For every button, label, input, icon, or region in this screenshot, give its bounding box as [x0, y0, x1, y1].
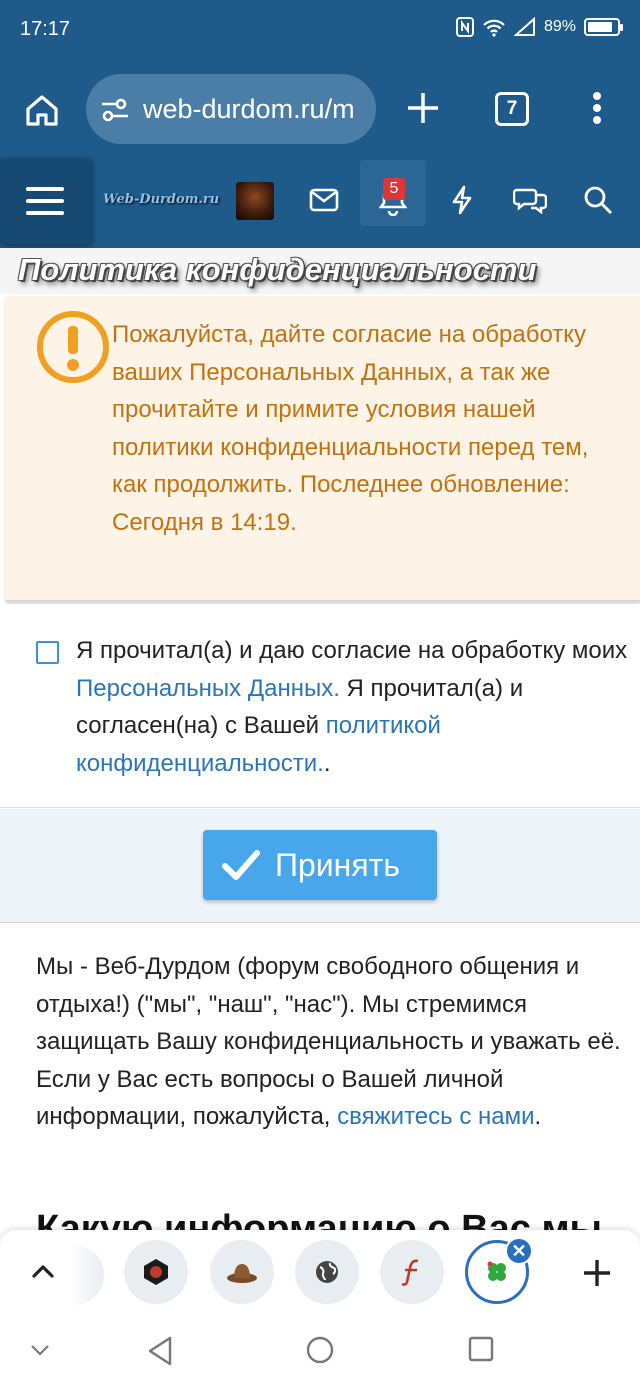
wifi-icon [483, 19, 505, 37]
tab-thumb-4[interactable] [380, 1240, 444, 1304]
intro-paragraph: Мы - Веб-Дурдом (форум свободного общени… [36, 948, 626, 1136]
tab-switcher-button[interactable]: 7 [495, 92, 529, 126]
chevron-up-icon[interactable] [26, 1254, 60, 1288]
tab-strip: ✕ [0, 1230, 640, 1315]
system-navigation [0, 1315, 640, 1387]
consent-checkbox[interactable] [36, 641, 59, 664]
alerts-badge: 5 [383, 178, 405, 200]
forum-navbar: Web-Durdom.ru 5 [0, 158, 640, 248]
close-tab-icon[interactable]: ✕ [505, 1237, 533, 1265]
chat-icon[interactable] [510, 180, 550, 220]
signal-icon [513, 17, 535, 36]
nfc-icon [455, 17, 474, 37]
inbox-icon[interactable] [304, 180, 344, 220]
intro-end: . [534, 1103, 542, 1130]
hat-tab-icon [227, 1264, 257, 1283]
f-logo-tab-icon [401, 1259, 419, 1286]
consent-text-1: Я прочитал(а) и даю согласие на обработк… [76, 637, 628, 664]
globe-icon [316, 1261, 338, 1283]
user-avatar[interactable] [236, 182, 274, 220]
consent-notice: Пожалуйста, дайте согласие на обработку … [6, 296, 640, 602]
warning-icon [37, 311, 109, 383]
site-logo[interactable]: Web-Durdom.ru [103, 192, 219, 207]
battery-fill [588, 22, 613, 32]
accept-label: Принять [275, 846, 400, 883]
home-button-icon[interactable] [305, 1335, 335, 1365]
accept-button[interactable]: Принять [203, 830, 437, 900]
battery-percent: 89% [543, 18, 576, 35]
recents-icon[interactable] [467, 1335, 495, 1363]
back-icon[interactable] [146, 1335, 174, 1367]
page-title-bar: Политика конфиденциальности [0, 248, 640, 294]
tab-thumb-2[interactable] [210, 1240, 274, 1304]
bolt-icon[interactable] [442, 180, 482, 220]
status-bar: 17:17 89% [0, 0, 640, 60]
new-tab-icon[interactable] [403, 88, 443, 128]
consent-section: Я прочитал(а) и даю согласие на обработк… [0, 604, 640, 808]
consent-label[interactable]: Я прочитал(а) и даю согласие на обработк… [76, 632, 628, 782]
accept-row: Принять [0, 809, 640, 923]
tab-thumb-1[interactable] [124, 1240, 188, 1304]
url-text: web-durdom.ru/m [143, 94, 355, 124]
contact-us-link[interactable]: свяжитесь с нами [337, 1103, 534, 1130]
personal-data-link[interactable]: Персональных Данных. [76, 675, 340, 702]
status-time: 17:17 [20, 18, 71, 40]
status-icons: 89% [455, 17, 623, 37]
page-title: Политика конфиденциальности [18, 252, 537, 287]
clover-tab-icon [487, 1261, 506, 1281]
add-tab-icon[interactable] [578, 1254, 616, 1292]
battery-icon [584, 18, 623, 36]
consent-text-3: . [323, 749, 331, 777]
chevron-down-icon[interactable] [28, 1341, 52, 1359]
browser-toolbar: web-durdom.ru/m 7 [0, 60, 640, 158]
address-bar[interactable]: web-durdom.ru/m [86, 74, 376, 144]
menu-button[interactable] [0, 158, 90, 244]
site-settings-icon[interactable] [100, 98, 130, 122]
tab-overflow-fade [70, 1245, 104, 1305]
more-menu-icon[interactable] [582, 88, 612, 128]
search-icon[interactable] [578, 180, 618, 220]
notice-text: Пожалуйста, дайте согласие на обработку … [112, 321, 589, 536]
home-icon[interactable] [22, 90, 62, 130]
tab-thumb-3[interactable] [295, 1240, 359, 1304]
game-tab-icon [144, 1259, 168, 1285]
check-icon [222, 850, 260, 880]
